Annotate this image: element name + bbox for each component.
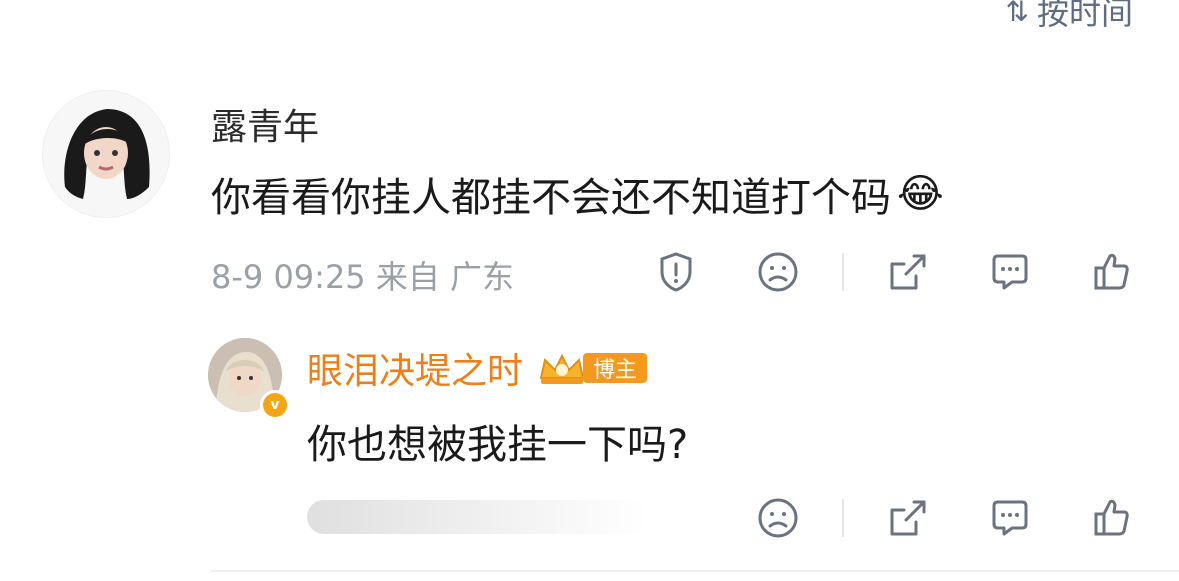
verified-badge: v <box>260 390 290 420</box>
reply-text: 你也想被我挂一下吗? <box>307 422 689 468</box>
report-icon[interactable] <box>650 246 702 298</box>
share-icon[interactable] <box>882 492 934 544</box>
comment-icon[interactable] <box>984 246 1036 298</box>
crown-icon <box>535 350 589 386</box>
sort-label: 按时间 <box>1036 0 1133 32</box>
laugh-cry-emoji: 😂 <box>897 171 944 217</box>
like-icon[interactable] <box>1086 492 1138 544</box>
blogger-label: 博主 <box>583 353 648 383</box>
comment-body: 你看看你挂人都挂不会还不知道打个码 <box>211 175 891 221</box>
sort-icon: ⇅ <box>1005 0 1029 28</box>
blogger-badge: 博主 <box>535 350 648 386</box>
bottom-divider <box>211 570 1179 572</box>
reply-user-name[interactable]: 眼泪决堤之时 <box>307 342 523 394</box>
avatar[interactable] <box>42 90 170 218</box>
like-icon[interactable] <box>1086 246 1138 298</box>
reply-actions <box>752 492 1138 544</box>
divider <box>842 253 844 291</box>
sort-by-time[interactable]: ⇅ 按时间 <box>1006 0 1133 34</box>
comment-actions <box>650 246 1138 298</box>
dislike-icon[interactable] <box>752 246 804 298</box>
comment-user-name[interactable]: 露青年 <box>211 98 319 150</box>
comment-icon[interactable] <box>984 492 1036 544</box>
divider <box>842 499 844 537</box>
comment-meta: 8-9 09:25 来自 广东 <box>211 258 515 296</box>
comment-text: 你看看你挂人都挂不会还不知道打个码 😂 <box>211 165 944 223</box>
reply-meta-placeholder <box>307 500 647 534</box>
reply-user-name-row: 眼泪决堤之时 博主 <box>307 342 648 394</box>
avatar-image <box>43 91 169 217</box>
dislike-icon[interactable] <box>752 492 804 544</box>
share-icon[interactable] <box>882 246 934 298</box>
